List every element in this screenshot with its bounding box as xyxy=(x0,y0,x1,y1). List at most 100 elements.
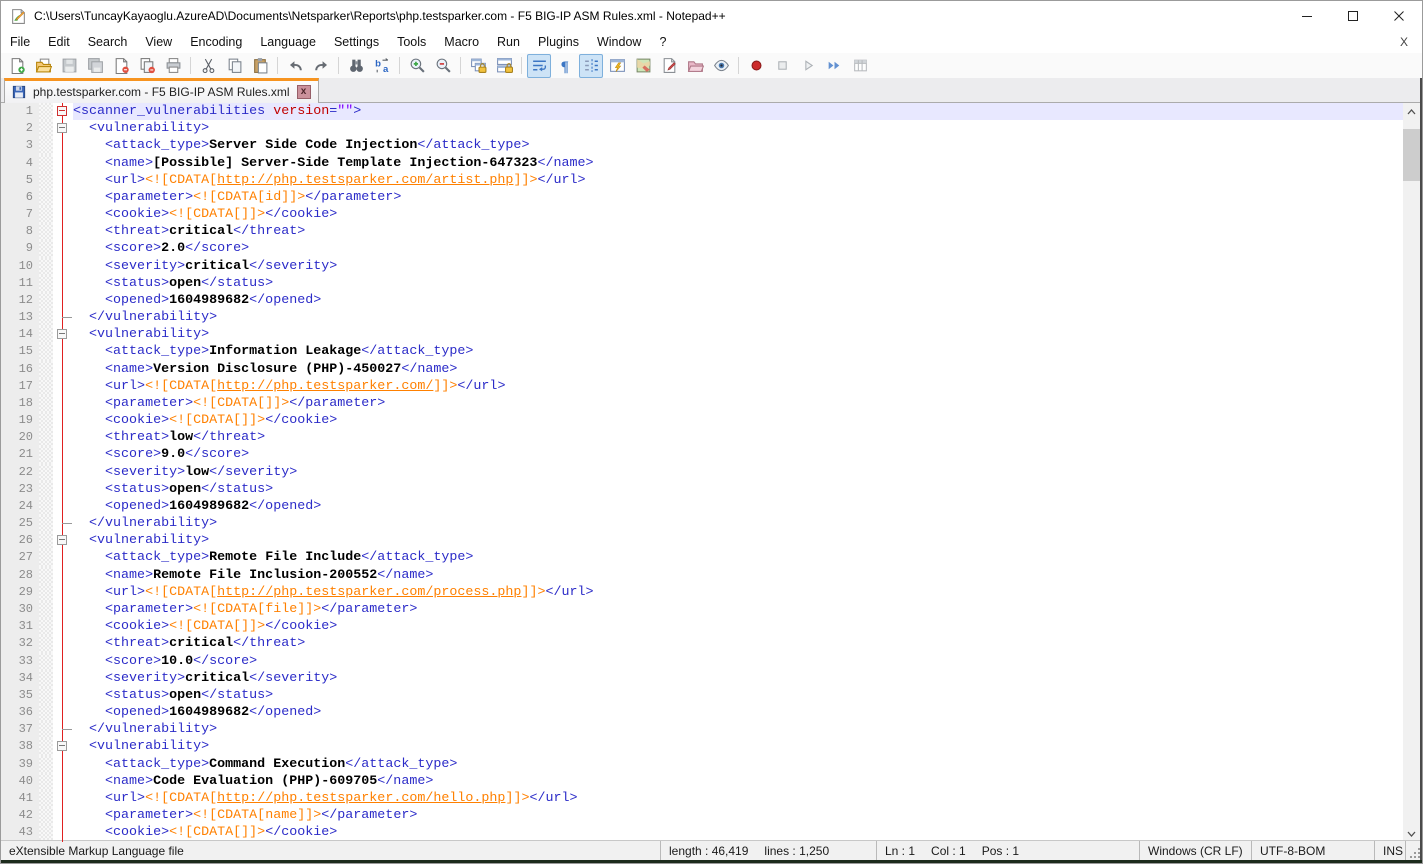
code-line-text[interactable]: <url><![CDATA[http://php.testsparker.com… xyxy=(73,790,1403,807)
macro-run-multiple-button[interactable] xyxy=(822,54,846,78)
document-close-icon[interactable]: X xyxy=(1400,35,1408,49)
menu-item-macro[interactable]: Macro xyxy=(435,32,488,52)
code-line-text[interactable]: <url><![CDATA[http://php.testsparker.com… xyxy=(73,584,1403,601)
document-monitoring-button[interactable] xyxy=(709,54,733,78)
show-all-characters-button[interactable]: ¶ xyxy=(553,54,577,78)
menu-item-help[interactable]: ? xyxy=(650,32,675,52)
bookmark-margin[interactable] xyxy=(39,446,53,463)
code-line-text[interactable]: <vulnerability> xyxy=(73,532,1403,549)
code-line-text[interactable]: <score>2.0</score> xyxy=(73,240,1403,257)
bookmark-margin[interactable] xyxy=(39,120,53,137)
save-file-button[interactable] xyxy=(57,54,81,78)
macro-playback-button[interactable] xyxy=(796,54,820,78)
function-list-button[interactable] xyxy=(657,54,681,78)
bookmark-margin[interactable] xyxy=(39,704,53,721)
scrollbar-thumb[interactable] xyxy=(1403,129,1420,181)
code-line-text[interactable]: <parameter><![CDATA[file]]></parameter> xyxy=(73,601,1403,618)
bookmark-margin[interactable] xyxy=(39,275,53,292)
menu-item-settings[interactable]: Settings xyxy=(325,32,388,52)
bookmark-margin[interactable] xyxy=(39,532,53,549)
tab-active-document[interactable]: php.testsparker.com - F5 BIG-IP ASM Rule… xyxy=(4,78,319,103)
bookmark-margin[interactable] xyxy=(39,687,53,704)
document-map-button[interactable] xyxy=(631,54,655,78)
redo-button[interactable] xyxy=(309,54,333,78)
bookmark-margin[interactable] xyxy=(39,756,53,773)
code-line-text[interactable]: <severity>critical</severity> xyxy=(73,670,1403,687)
bookmark-margin[interactable] xyxy=(39,515,53,532)
code-line-text[interactable]: <attack_type>Command Execution</attack_t… xyxy=(73,756,1403,773)
bookmark-margin[interactable] xyxy=(39,361,53,378)
code-line-text[interactable]: <attack_type>Remote File Include</attack… xyxy=(73,549,1403,566)
code-line-text[interactable]: <cookie><![CDATA[]]></cookie> xyxy=(73,618,1403,635)
code-line-text[interactable]: <attack_type>Information Leakage</attack… xyxy=(73,343,1403,360)
bookmark-margin[interactable] xyxy=(39,258,53,275)
bookmark-margin[interactable] xyxy=(39,292,53,309)
bookmark-margin[interactable] xyxy=(39,172,53,189)
bookmark-margin[interactable] xyxy=(39,206,53,223)
menu-item-search[interactable]: Search xyxy=(79,32,137,52)
minimize-button[interactable] xyxy=(1284,1,1330,31)
app-icon[interactable] xyxy=(10,8,27,25)
bookmark-margin[interactable] xyxy=(39,584,53,601)
bookmark-margin[interactable] xyxy=(39,155,53,172)
scroll-up-button[interactable] xyxy=(1403,103,1420,120)
macro-record-button[interactable] xyxy=(744,54,768,78)
bookmark-margin[interactable] xyxy=(39,790,53,807)
menu-item-plugins[interactable]: Plugins xyxy=(529,32,588,52)
code-line-text[interactable]: <name>Version Disclosure (PHP)-450027</n… xyxy=(73,361,1403,378)
bookmark-margin[interactable] xyxy=(39,429,53,446)
menu-item-window[interactable]: Window xyxy=(588,32,650,52)
bookmark-margin[interactable] xyxy=(39,137,53,154)
code-line-text[interactable]: </vulnerability> xyxy=(73,309,1403,326)
code-line-text[interactable]: <cookie><![CDATA[]]></cookie> xyxy=(73,206,1403,223)
print-button[interactable] xyxy=(161,54,185,78)
code-line-text[interactable]: <vulnerability> xyxy=(73,326,1403,343)
code-line-text[interactable]: <parameter><![CDATA[]]></parameter> xyxy=(73,395,1403,412)
bookmark-margin[interactable] xyxy=(39,567,53,584)
bookmark-margin[interactable] xyxy=(39,653,53,670)
bookmark-margin[interactable] xyxy=(39,498,53,515)
bookmark-margin[interactable] xyxy=(39,601,53,618)
code-line-text[interactable]: <status>open</status> xyxy=(73,687,1403,704)
bookmark-margin[interactable] xyxy=(39,721,53,738)
close-button[interactable] xyxy=(1376,1,1422,31)
bookmark-margin[interactable] xyxy=(39,240,53,257)
code-line-text[interactable]: <severity>critical</severity> xyxy=(73,258,1403,275)
code-line-text[interactable]: <cookie><![CDATA[]]></cookie> xyxy=(73,824,1403,841)
word-wrap-button[interactable] xyxy=(527,54,551,78)
bookmark-margin[interactable] xyxy=(39,378,53,395)
code-line-text[interactable]: <status>open</status> xyxy=(73,275,1403,292)
code-line-text[interactable]: <score>10.0</score> xyxy=(73,653,1403,670)
show-indent-guide-button[interactable] xyxy=(579,54,603,78)
code-line-text[interactable]: </vulnerability> xyxy=(73,515,1403,532)
code-line-text[interactable]: </vulnerability> xyxy=(73,721,1403,738)
bookmark-margin[interactable] xyxy=(39,395,53,412)
close-file-button[interactable] xyxy=(109,54,133,78)
find-button[interactable] xyxy=(344,54,368,78)
macro-stop-button[interactable] xyxy=(770,54,794,78)
bookmark-margin[interactable] xyxy=(39,670,53,687)
folder-as-workspace-button[interactable] xyxy=(683,54,707,78)
fold-toggle-icon[interactable] xyxy=(57,106,67,116)
bookmark-margin[interactable] xyxy=(39,343,53,360)
macro-save-button[interactable] xyxy=(848,54,872,78)
code-line-text[interactable]: <threat>critical</threat> xyxy=(73,223,1403,240)
code-line-text[interactable]: <opened>1604989682</opened> xyxy=(73,704,1403,721)
open-file-button[interactable] xyxy=(31,54,55,78)
bookmark-margin[interactable] xyxy=(39,549,53,566)
code-line-text[interactable]: <parameter><![CDATA[id]]></parameter> xyxy=(73,189,1403,206)
bookmark-margin[interactable] xyxy=(39,773,53,790)
maximize-button[interactable] xyxy=(1330,1,1376,31)
bookmark-margin[interactable] xyxy=(39,635,53,652)
code-line-text[interactable]: <name>[Possible] Server-Side Template In… xyxy=(73,155,1403,172)
menu-item-encoding[interactable]: Encoding xyxy=(181,32,251,52)
bookmark-margin[interactable] xyxy=(39,481,53,498)
menu-item-tools[interactable]: Tools xyxy=(388,32,435,52)
code-line-text[interactable]: <vulnerability> xyxy=(73,738,1403,755)
code-line-text[interactable]: <url><![CDATA[http://php.testsparker.com… xyxy=(73,378,1403,395)
code-line-text[interactable]: <url><![CDATA[http://php.testsparker.com… xyxy=(73,172,1403,189)
code-line-text[interactable]: <opened>1604989682</opened> xyxy=(73,498,1403,515)
fold-toggle-icon[interactable] xyxy=(57,123,67,133)
code-line-text[interactable]: <opened>1604989682</opened> xyxy=(73,292,1403,309)
menu-item-language[interactable]: Language xyxy=(251,32,325,52)
